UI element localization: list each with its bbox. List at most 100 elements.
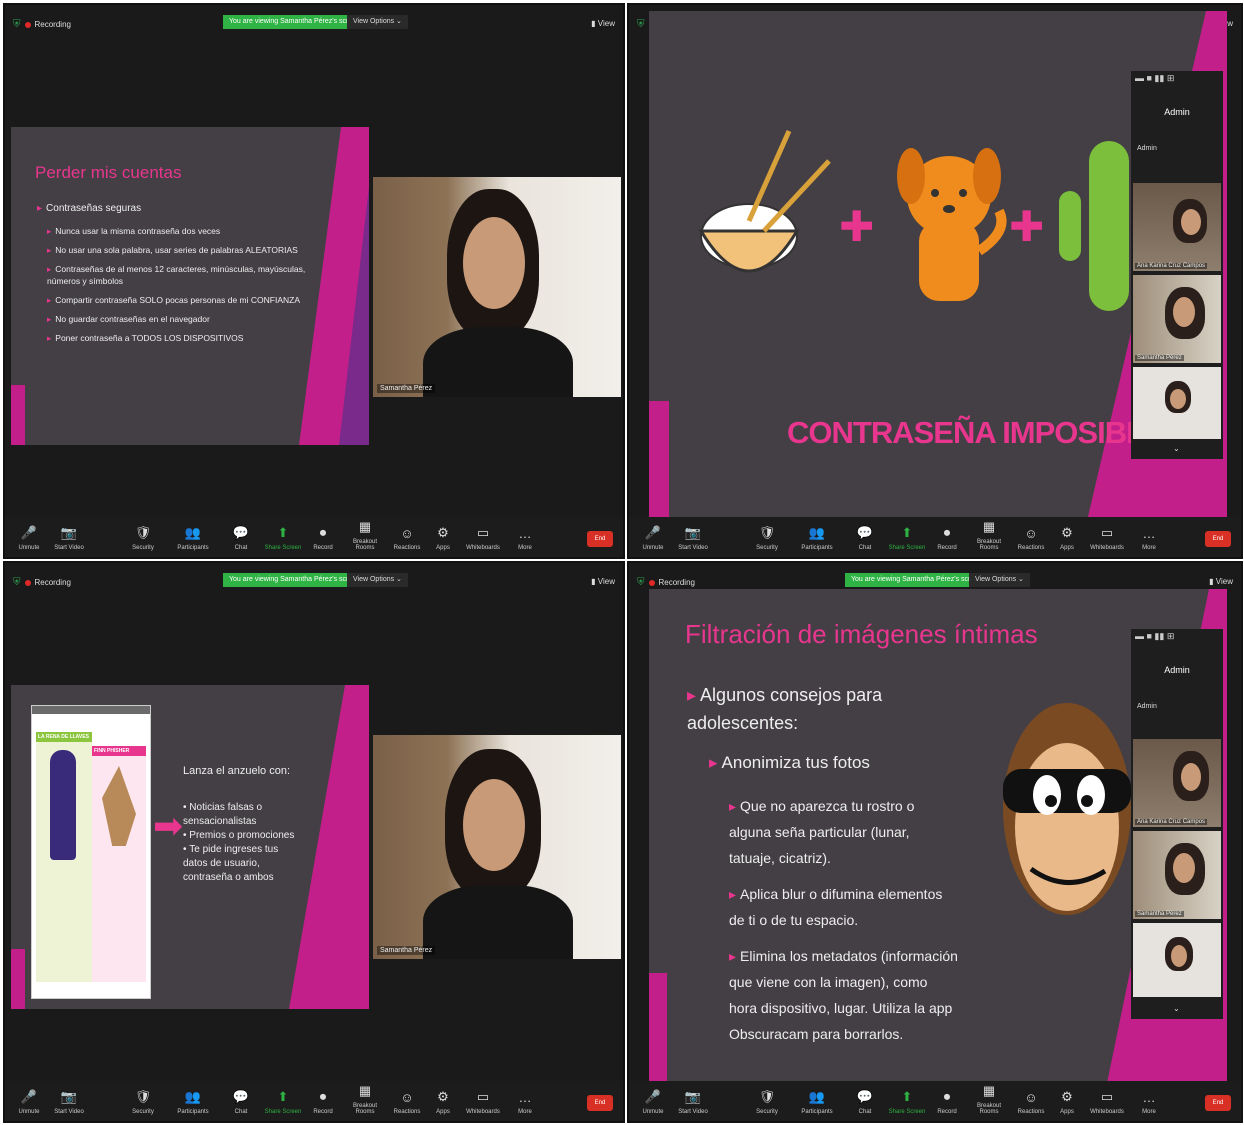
slide-bullet: ▸ Aplica blur o difumina elementos de ti … (729, 886, 943, 928)
security-button[interactable]: 🛡 Security (747, 1089, 787, 1115)
view-options-button[interactable]: View Options ⌄ (347, 15, 408, 29)
breakout-rooms-button[interactable]: ▦ Breakout Rooms (969, 519, 1009, 551)
sub-bullet: ▸ Nunca usar la misma contraseña dos vece… (47, 226, 221, 236)
unmute-button[interactable]: 🎤 Unmute (633, 1089, 673, 1115)
gallery-panel[interactable]: ▬ ■ ▮▮ ⊞ Admin Admin Ana Karina Cruz Cam… (1131, 629, 1223, 1019)
participant-face (1171, 945, 1187, 967)
speaker-video[interactable]: Samantha Pérez (373, 177, 621, 397)
participant-tile[interactable]: Samantha Pérez (1133, 275, 1221, 363)
record-button[interactable]: ⏺ Record (927, 1089, 967, 1115)
apps-icon: ⚙ (437, 1089, 449, 1104)
participants-button[interactable]: 👥 Participants (797, 525, 837, 551)
breakout-rooms-button[interactable]: ▦ Breakout Rooms (345, 1083, 385, 1115)
gallery-controls[interactable]: ▬ ■ ▮▮ ⊞ (1131, 71, 1223, 87)
participant-name: Ana Karina Cruz Campos (1135, 819, 1208, 825)
share-screen-button[interactable]: ⬆ Share Screen (887, 1089, 927, 1115)
start-video-button[interactable]: 📷 Start Video (49, 1089, 89, 1115)
share-screen-button[interactable]: ⬆ Share Screen (263, 1089, 303, 1115)
participants-button[interactable]: 👥 Participants (173, 1089, 213, 1115)
more-button[interactable]: … More (505, 1090, 545, 1115)
speaker-nameplate: Samantha Pérez (377, 384, 436, 393)
participant-tile[interactable] (1133, 367, 1221, 439)
whiteboards-button[interactable]: ▭ Whiteboards (1087, 1089, 1127, 1115)
speaker-video[interactable]: Samantha Pérez (373, 735, 621, 959)
shield-icon: 🛡 (758, 525, 776, 540)
unmute-button[interactable]: 🎤 Unmute (633, 525, 673, 551)
shield-icon: ⛨ (13, 19, 21, 30)
record-button[interactable]: ⏺ Record (303, 1089, 343, 1115)
chat-button[interactable]: 💬 Chat (845, 525, 885, 551)
chat-button[interactable]: 💬 Chat (221, 1089, 261, 1115)
participants-icon: 👥 (808, 1089, 826, 1104)
shield-icon: 🛡 (134, 1089, 152, 1104)
share-screen-button[interactable]: ⬆ Share Screen (887, 525, 927, 551)
start-video-button[interactable]: 📷 Start Video (673, 1089, 713, 1115)
apps-button[interactable]: ⚙ Apps (423, 525, 463, 551)
reactions-button[interactable]: ☺ Reactions (387, 1090, 427, 1115)
toolbar-label: Chat (234, 1109, 248, 1115)
record-dot-icon (24, 21, 31, 28)
recording-indicator[interactable]: ⛨ Recording (13, 577, 71, 588)
chevron-down-icon[interactable]: ⌄ (1173, 1004, 1180, 1013)
toolbar-label: Security (756, 545, 778, 551)
record-button[interactable]: ⏺ Record (303, 525, 343, 551)
view-button[interactable]: ▮ View (1209, 577, 1233, 586)
view-options-button[interactable]: View Options ⌄ (969, 573, 1030, 587)
more-button[interactable]: … More (1129, 526, 1169, 551)
recording-indicator[interactable]: ⛨ Recording (13, 19, 71, 30)
end-button[interactable]: End (587, 531, 613, 547)
toolbar-label: Start Video (678, 545, 708, 551)
more-icon: … (518, 1090, 532, 1105)
recording-indicator[interactable]: ⛨ Recording (637, 577, 695, 588)
whiteboard-icon: ▭ (1100, 525, 1114, 540)
breakout-rooms-button[interactable]: ▦ Breakout Rooms (969, 1083, 1009, 1115)
view-button[interactable]: ▮ View (591, 19, 615, 28)
chat-button[interactable]: 💬 Chat (845, 1089, 885, 1115)
security-button[interactable]: 🛡 Security (747, 525, 787, 551)
apps-button[interactable]: ⚙ Apps (423, 1089, 463, 1115)
end-button[interactable]: End (1205, 1095, 1231, 1111)
gallery-controls[interactable]: ▬ ■ ▮▮ ⊞ (1131, 629, 1223, 645)
breakout-rooms-icon: ▦ (982, 1083, 996, 1098)
chat-button[interactable]: 💬 Chat (221, 525, 261, 551)
reactions-button[interactable]: ☺ Reactions (1011, 526, 1051, 551)
whiteboards-button[interactable]: ▭ Whiteboards (463, 525, 503, 551)
apps-button[interactable]: ⚙ Apps (1047, 1089, 1087, 1115)
participant-tile[interactable]: Ana Karina Cruz Campos (1133, 183, 1221, 271)
view-button[interactable]: ▮ View (591, 577, 615, 586)
more-button[interactable]: … More (1129, 1090, 1169, 1115)
more-button[interactable]: … More (505, 526, 545, 551)
view-options-button[interactable]: View Options ⌄ (347, 573, 408, 587)
whiteboards-button[interactable]: ▭ Whiteboards (1087, 525, 1127, 551)
share-screen-button[interactable]: ⬆ Share Screen (263, 525, 303, 551)
reactions-button[interactable]: ☺ Reactions (1011, 1090, 1051, 1115)
main-bullet: ▸ Contraseñas seguras (37, 203, 142, 214)
shared-slide: LA RENA DE LLAVES FINN PHISHER ➡ Lanza e… (11, 685, 369, 1009)
unmute-button[interactable]: 🎤 Unmute (9, 525, 49, 551)
sub-bullet-text: No guardar contraseñas en el navegador (55, 314, 210, 324)
start-video-button[interactable]: 📷 Start Video (49, 525, 89, 551)
reactions-button[interactable]: ☺ Reactions (387, 526, 427, 551)
participants-button[interactable]: 👥 Participants (173, 525, 213, 551)
security-button[interactable]: 🛡 Security (123, 525, 163, 551)
gallery-title: Admin (1164, 107, 1190, 117)
whiteboards-button[interactable]: ▭ Whiteboards (463, 1089, 503, 1115)
participant-tile[interactable]: Samantha Pérez (1133, 831, 1221, 919)
chevron-down-icon[interactable]: ⌄ (1173, 444, 1180, 453)
record-button[interactable]: ⏺ Record (927, 525, 967, 551)
slide-level1: ▸ Algunos consejos para adolescentes: (687, 685, 883, 733)
whiteboard-icon: ▭ (476, 1089, 490, 1104)
record-icon: ⏺ (319, 525, 327, 540)
apps-button[interactable]: ⚙ Apps (1047, 525, 1087, 551)
breakout-rooms-button[interactable]: ▦ Breakout Rooms (345, 519, 385, 551)
participant-tile[interactable]: Ana Karina Cruz Campos (1133, 739, 1221, 827)
participants-button[interactable]: 👥 Participants (797, 1089, 837, 1115)
end-button[interactable]: End (587, 1095, 613, 1111)
participant-tile[interactable] (1133, 923, 1221, 997)
arrow-right-icon: ➡ (153, 805, 184, 846)
security-button[interactable]: 🛡 Security (123, 1089, 163, 1115)
gallery-panel[interactable]: ▬ ■ ▮▮ ⊞ Admin Admin Ana Karina Cruz Cam… (1131, 71, 1223, 459)
end-button[interactable]: End (1205, 531, 1231, 547)
start-video-button[interactable]: 📷 Start Video (673, 525, 713, 551)
unmute-button[interactable]: 🎤 Unmute (9, 1089, 49, 1115)
